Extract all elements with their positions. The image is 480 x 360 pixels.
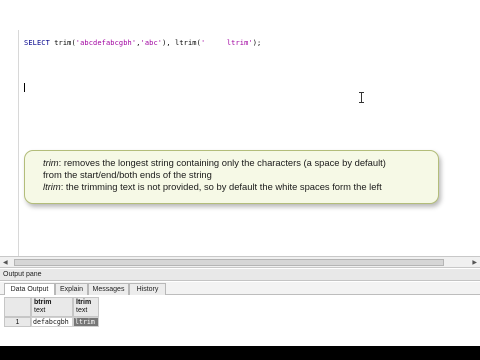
scrollbar-thumb[interactable] (14, 259, 444, 266)
text-cursor-icon (359, 92, 365, 103)
tab-explain[interactable]: Explain (55, 283, 88, 295)
arrow-left-icon[interactable]: ◀ (3, 259, 8, 266)
grid-corner[interactable] (4, 297, 31, 317)
column-header-btrim[interactable]: btrim text (31, 297, 73, 317)
sql-query-line[interactable]: SELECT trim('abcdefabcgbh','abc'), ltrim… (24, 39, 261, 47)
data-output-grid: btrim text ltrim text 1 defabcgbh ltrim (0, 295, 480, 346)
output-tabs: Data Output Explain Messages History (0, 282, 480, 296)
sql-keyword: SELECT (24, 39, 50, 47)
sql-string-arg2: 'abc' (140, 39, 163, 47)
horizontal-scrollbar[interactable]: ◀ ▶ (0, 256, 480, 268)
sql-string-arg1: 'abcdefabcgbh' (75, 39, 137, 47)
sql-editor[interactable]: SELECT trim('abcdefabcgbh','abc'), ltrim… (0, 28, 480, 256)
tab-history[interactable]: History (129, 283, 166, 295)
sql-line-end: ); (252, 39, 262, 47)
callout-line-2: from the start/end/both ends of the stri… (43, 169, 212, 180)
callout-term-trim: trim (43, 157, 59, 168)
callout-line-3: ltrim: the trimming text is not provided… (43, 181, 382, 193)
editor-gutter (4, 30, 19, 256)
sql-function-trim: trim( (49, 39, 76, 47)
callout-term-ltrim: ltrim (43, 181, 61, 192)
column-type: text (34, 307, 46, 314)
column-header-ltrim[interactable]: ltrim text (73, 297, 99, 317)
sql-function-ltrim: ), ltrim( (162, 39, 201, 47)
screen: SELECT trim('abcdefabcgbh','abc'), ltrim… (0, 0, 480, 346)
callout-line-1: trim: removes the longest string contain… (43, 157, 386, 169)
column-name: btrim (34, 299, 52, 306)
tab-messages[interactable]: Messages (88, 283, 129, 295)
callout-text-trim: : removes the longest string containing … (58, 157, 386, 168)
output-pane-title: Output pane (0, 269, 480, 281)
text-caret (24, 83, 25, 92)
sql-string-arg3: ' ltrim' (200, 39, 253, 47)
callout-text-ltrim: : the trimming text is not provided, so … (60, 181, 382, 192)
explanation-callout: trim: removes the longest string contain… (24, 150, 439, 204)
column-type: text (76, 307, 88, 314)
column-name: ltrim (76, 299, 92, 306)
table-cell-selected[interactable]: ltrim (73, 317, 99, 327)
table-cell[interactable]: defabcgbh (31, 317, 73, 327)
row-number[interactable]: 1 (4, 317, 31, 327)
arrow-right-icon[interactable]: ▶ (472, 259, 477, 266)
